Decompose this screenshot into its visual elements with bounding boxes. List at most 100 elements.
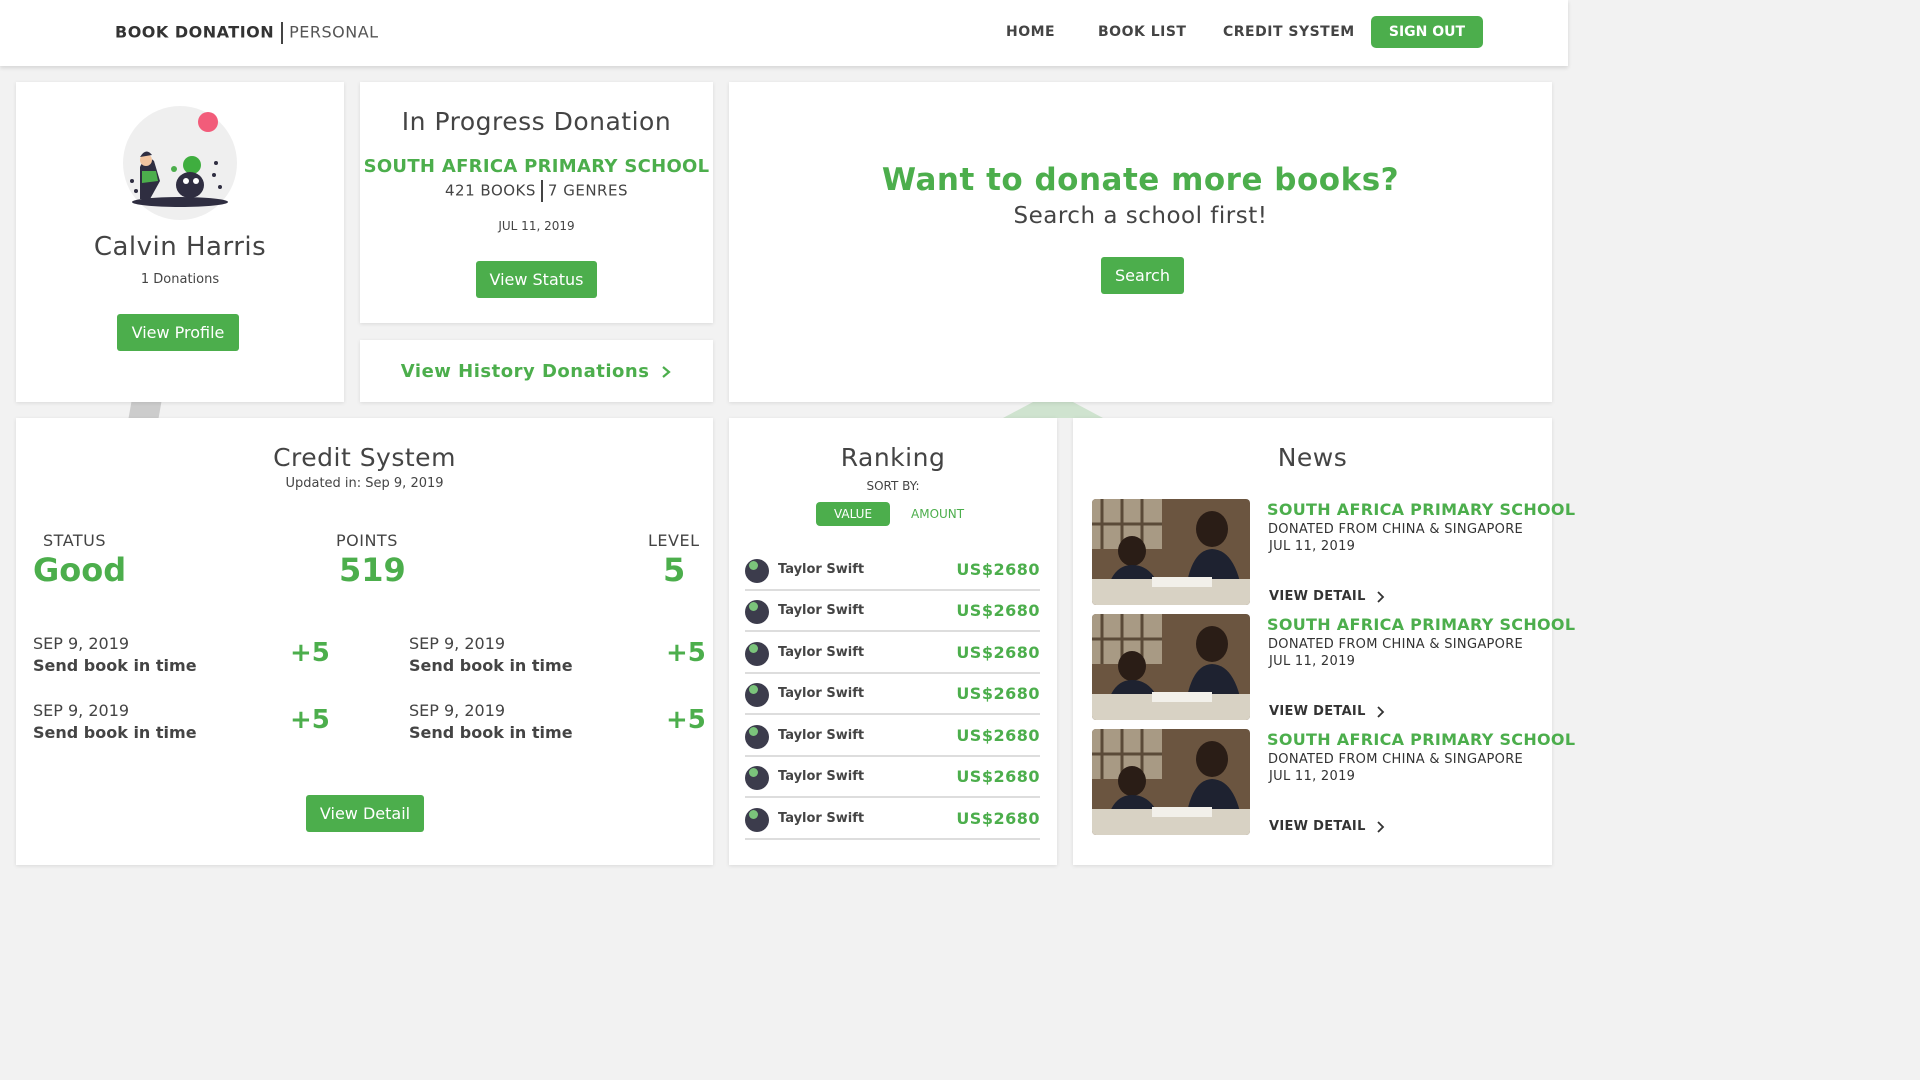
view-history-link[interactable]: View History Donations [360, 361, 713, 382]
nav-book-list[interactable]: BOOK LIST [1098, 24, 1186, 40]
ranking-row[interactable]: Taylor Swift US$2680 [745, 591, 1040, 632]
top-navbar: BOOK DONATION PERSONAL HOME BOOK LIST CRE… [0, 0, 1568, 66]
credit-history-desc: Send book in time [409, 656, 573, 675]
ranking-name: Taylor Swift [778, 603, 865, 618]
avatar [745, 683, 769, 707]
view-detail-label: VIEW DETAIL [1269, 704, 1366, 719]
sort-by-label: SORT BY: [866, 479, 920, 493]
ranking-row[interactable]: Taylor Swift US$2680 [745, 550, 1040, 591]
credit-updated: Updated in: Sep 9, 2019 [285, 476, 444, 491]
ranking-value: US$2680 [956, 684, 1040, 703]
ranking-name: Taylor Swift [778, 811, 865, 826]
credit-history-points: +5 [290, 638, 330, 668]
promo-subtitle: Search a school first! [1013, 203, 1268, 229]
news-date: JUL 11, 2019 [1269, 654, 1356, 669]
credit-history-points: +5 [666, 705, 706, 735]
promo-title: Want to donate more books? [881, 162, 1400, 198]
avatar [745, 642, 769, 666]
view-status-button[interactable]: View Status [476, 261, 597, 298]
points-label: POINTS [336, 531, 398, 550]
in-progress-meta: 421 BOOKS 7 GENRES [360, 180, 713, 202]
view-detail-button[interactable]: View Detail [306, 795, 424, 832]
ranking-row[interactable]: Taylor Swift US$2680 [745, 799, 1040, 840]
donate-promo-card [729, 82, 1552, 402]
news-date: JUL 11, 2019 [1269, 539, 1356, 554]
meta-divider [540, 180, 543, 202]
ranking-value: US$2680 [956, 726, 1040, 745]
in-progress-title: In Progress Donation [401, 107, 672, 136]
ranking-value: US$2680 [956, 809, 1040, 828]
level-label: LEVEL [648, 531, 700, 550]
news-photo[interactable] [1092, 614, 1250, 720]
search-button[interactable]: Search [1101, 257, 1184, 294]
nav-credit-system[interactable]: CREDIT SYSTEM [1223, 24, 1355, 40]
genres-count: 7 GENRES [547, 181, 628, 200]
credit-history-points: +5 [666, 638, 706, 668]
news-school[interactable]: SOUTH AFRICA PRIMARY SCHOOL [1267, 500, 1575, 519]
chevron-right-icon [1377, 820, 1385, 833]
ranking-row[interactable]: Taylor Swift US$2680 [745, 716, 1040, 757]
news-photo[interactable] [1092, 499, 1250, 605]
points-value: 519 [339, 551, 406, 589]
credit-title: Credit System [273, 443, 456, 472]
ranking-value: US$2680 [956, 643, 1040, 662]
ranking-value: US$2680 [956, 601, 1040, 620]
profile-donations-count: 1 Donations [140, 272, 220, 287]
ranking-name: Taylor Swift [778, 686, 865, 701]
avatar [745, 766, 769, 790]
credit-history-date: SEP 9, 2019 [409, 701, 506, 720]
ranking-row[interactable]: Taylor Swift US$2680 [745, 757, 1040, 798]
ranking-name: Taylor Swift [778, 645, 865, 660]
level-value: 5 [663, 551, 686, 589]
news-photo[interactable] [1092, 729, 1250, 835]
view-profile-button[interactable]: View Profile [117, 314, 239, 351]
view-detail-link[interactable]: VIEW DETAIL [1269, 589, 1386, 604]
ranking-name: Taylor Swift [778, 769, 865, 784]
status-value: Good [33, 551, 127, 589]
news-school[interactable]: SOUTH AFRICA PRIMARY SCHOOL [1267, 730, 1575, 749]
brand-logo[interactable]: BOOK DONATION PERSONAL [115, 22, 379, 44]
credit-history-desc: Send book in time [33, 656, 197, 675]
view-detail-label: VIEW DETAIL [1269, 589, 1366, 604]
news-title: News [1277, 443, 1348, 472]
ranking-row[interactable]: Taylor Swift US$2680 [745, 633, 1040, 674]
view-detail-label: VIEW DETAIL [1269, 819, 1366, 834]
sign-out-button[interactable]: SIGN OUT [1371, 16, 1483, 48]
view-detail-link[interactable]: VIEW DETAIL [1269, 819, 1386, 834]
credit-history-date: SEP 9, 2019 [33, 701, 130, 720]
avatar [745, 808, 769, 832]
sort-amount-button[interactable]: AMOUNT [911, 507, 964, 521]
credit-history-desc: Send book in time [33, 723, 197, 742]
chevron-right-icon [662, 366, 671, 378]
background-decoration [1003, 402, 1103, 418]
ranking-name: Taylor Swift [778, 562, 865, 577]
news-from: DONATED FROM CHINA & SINGAPORE [1268, 637, 1524, 652]
news-from: DONATED FROM CHINA & SINGAPORE [1268, 522, 1524, 537]
news-school[interactable]: SOUTH AFRICA PRIMARY SCHOOL [1267, 615, 1575, 634]
brand-sub: PERSONAL [289, 22, 379, 42]
ranking-value: US$2680 [956, 560, 1040, 579]
in-progress-school: SOUTH AFRICA PRIMARY SCHOOL [363, 156, 710, 177]
ranking-row[interactable]: Taylor Swift US$2680 [745, 674, 1040, 715]
chevron-right-icon [1377, 705, 1385, 718]
credit-history-desc: Send book in time [409, 723, 573, 742]
avatar-illustration [123, 106, 237, 220]
in-progress-date: JUL 11, 2019 [498, 219, 575, 233]
news-from: DONATED FROM CHINA & SINGAPORE [1268, 752, 1524, 767]
ranking-name: Taylor Swift [778, 728, 865, 743]
nav-home[interactable]: HOME [1006, 24, 1055, 40]
credit-history-date: SEP 9, 2019 [33, 634, 130, 653]
background-decoration [128, 402, 162, 418]
profile-name: Calvin Harris [93, 232, 267, 262]
sort-value-button[interactable]: VALUE [816, 502, 890, 526]
brand-main: BOOK DONATION [115, 22, 275, 42]
view-detail-link[interactable]: VIEW DETAIL [1269, 704, 1386, 719]
chevron-right-icon [1377, 590, 1385, 603]
credit-history-date: SEP 9, 2019 [409, 634, 506, 653]
news-date: JUL 11, 2019 [1269, 769, 1356, 784]
status-label: STATUS [43, 531, 107, 550]
ranking-value: US$2680 [956, 767, 1040, 786]
view-history-label: View History Donations [400, 361, 650, 382]
ranking-title: Ranking [840, 443, 946, 472]
books-count: 421 BOOKS [445, 181, 536, 200]
